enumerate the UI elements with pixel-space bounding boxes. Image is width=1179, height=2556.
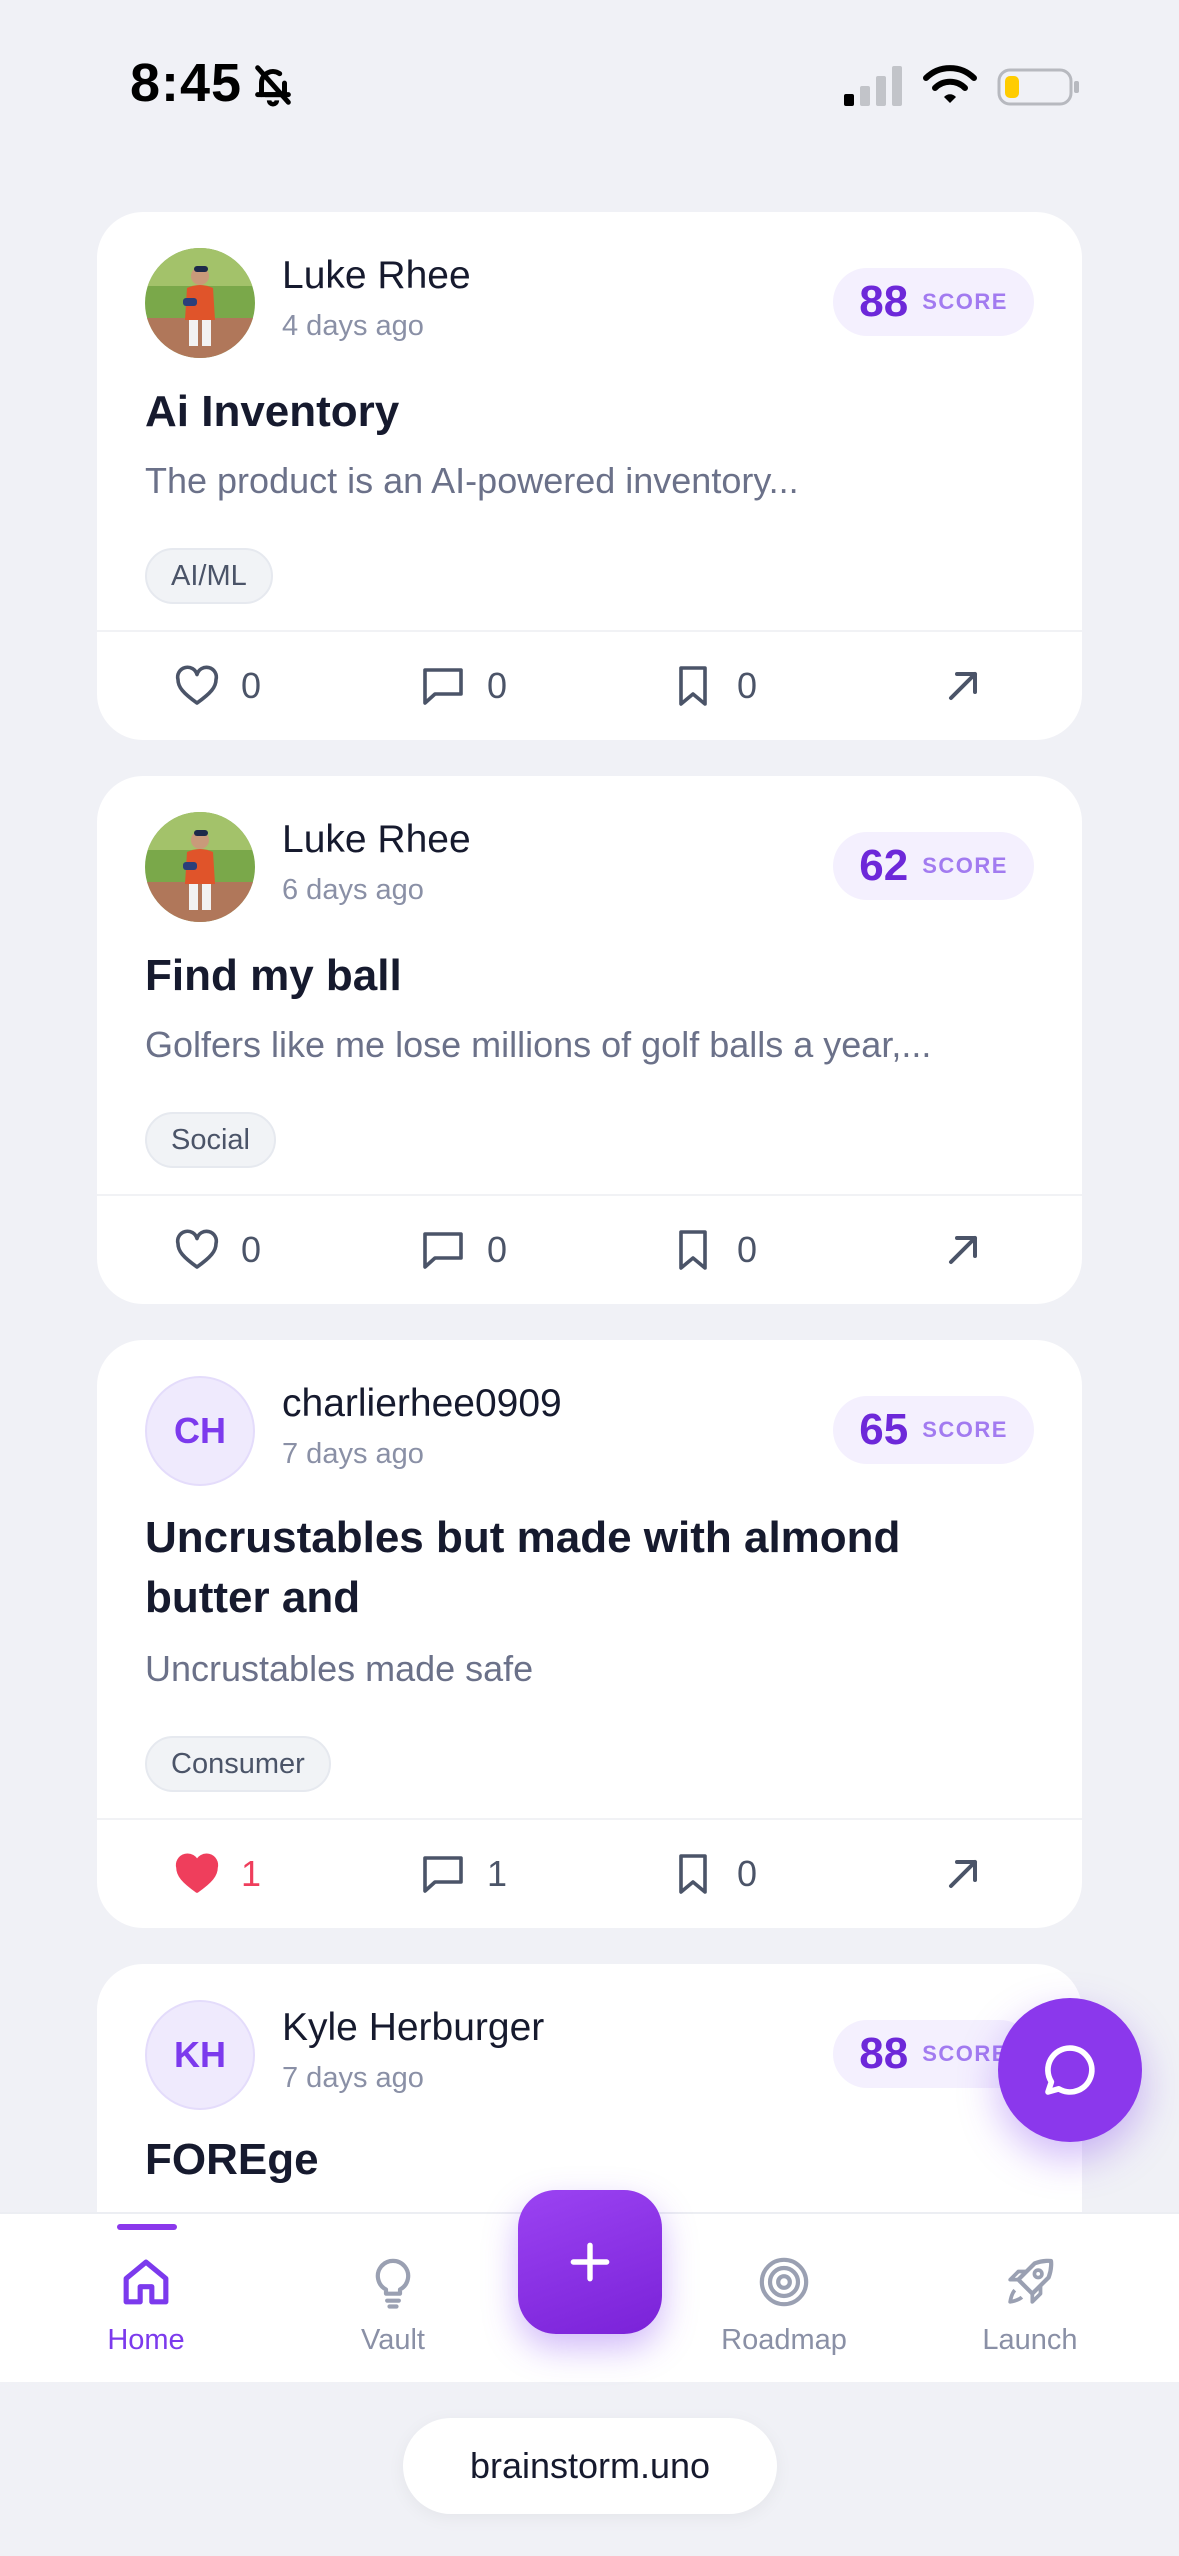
avatar[interactable]: CH — [145, 1376, 255, 1486]
post-time: 7 days ago — [282, 1438, 424, 1470]
tab-launch[interactable]: Launch — [930, 2214, 1130, 2384]
like-button[interactable]: 0 — [173, 1196, 261, 1304]
comment-count: 1 — [487, 1853, 508, 1894]
arrow-up-right-icon — [949, 1236, 977, 1264]
score-value: 65 — [859, 1405, 909, 1454]
bookmark-button[interactable]: 0 — [669, 1820, 757, 1928]
target-icon — [759, 2257, 809, 2307]
like-count: 0 — [241, 665, 262, 706]
comment-icon — [423, 1232, 463, 1269]
share-button[interactable] — [939, 1196, 987, 1304]
like-button[interactable]: 1 — [173, 1820, 261, 1928]
bell-off-icon — [255, 65, 291, 107]
heart-icon — [175, 1229, 219, 1269]
idea-description: The product is an AI-powered inventory..… — [145, 460, 799, 501]
share-button[interactable] — [939, 632, 987, 740]
score-value: 88 — [859, 2029, 909, 2078]
comment-icon — [423, 1856, 463, 1893]
idea-card[interactable]: Luke Rhee 6 days ago 62 SCORE Find my ba… — [97, 776, 1082, 1304]
bookmark-count: 0 — [737, 665, 758, 706]
bookmark-button[interactable]: 0 — [669, 632, 757, 740]
bookmark-button[interactable]: 0 — [669, 1196, 757, 1304]
idea-description: Golfers like me lose millions of golf ba… — [145, 1024, 932, 1065]
lightbulb-icon — [375, 2258, 411, 2309]
score-badge: 65 SCORE — [833, 1396, 1034, 1464]
idea-title[interactable]: FOREge — [145, 2130, 1025, 2190]
author-name[interactable]: Kyle Herburger — [282, 2006, 544, 2050]
author-name[interactable]: Luke Rhee — [282, 818, 471, 862]
share-button[interactable] — [939, 1820, 987, 1928]
card-actions: 0 0 0 — [97, 632, 1082, 740]
avatar[interactable] — [145, 248, 255, 358]
cellular-signal-icon — [844, 66, 902, 106]
score-value: 62 — [859, 841, 909, 890]
heart-filled-icon — [175, 1853, 219, 1893]
comment-button[interactable]: 0 — [419, 1196, 507, 1304]
category-tag[interactable]: Consumer — [145, 1736, 331, 1792]
tab-label: Launch — [982, 2324, 1078, 2356]
idea-card[interactable]: Luke Rhee 4 days ago 88 SCORE Ai Invento… — [97, 212, 1082, 740]
arrow-up-right-icon — [949, 1860, 977, 1888]
score-badge: 62 SCORE — [833, 832, 1034, 900]
card-actions: 0 0 0 — [97, 1196, 1082, 1304]
comment-count: 0 — [487, 665, 508, 706]
score-label: SCORE — [922, 289, 1008, 314]
wifi-icon — [923, 65, 977, 103]
bookmark-icon — [679, 1230, 707, 1270]
like-button[interactable]: 0 — [173, 632, 261, 740]
avatar[interactable] — [145, 812, 255, 922]
post-time: 4 days ago — [282, 310, 424, 342]
browser-url-bar[interactable]: brainstorm.uno — [403, 2418, 777, 2514]
bookmark-count: 0 — [737, 1229, 758, 1270]
idea-title[interactable]: Uncrustables but made with almond butter… — [145, 1508, 1025, 1628]
comment-icon — [423, 668, 463, 705]
score-value: 88 — [859, 277, 909, 326]
status-time: 8:45 — [130, 53, 243, 113]
idea-title[interactable]: Ai Inventory — [145, 382, 1025, 442]
bookmark-icon — [679, 1854, 707, 1894]
category-tag[interactable]: Social — [145, 1112, 276, 1168]
author-name[interactable]: Luke Rhee — [282, 254, 471, 298]
tab-label: Home — [107, 2324, 185, 2356]
tab-vault[interactable]: Vault — [293, 2214, 493, 2384]
tab-home[interactable]: Home — [46, 2214, 246, 2384]
idea-title[interactable]: Find my ball — [145, 946, 1025, 1006]
like-count: 0 — [241, 1229, 262, 1270]
chat-bubble-icon — [1045, 2045, 1095, 2095]
category-tag[interactable]: AI/ML — [145, 548, 273, 604]
tab-roadmap[interactable]: Roadmap — [684, 2214, 884, 2384]
status-bar: 8:45 — [0, 0, 1179, 150]
arrow-up-right-icon — [949, 672, 977, 700]
bookmark-count: 0 — [737, 1853, 758, 1894]
comment-button[interactable]: 1 — [419, 1820, 507, 1928]
post-time: 6 days ago — [282, 874, 424, 906]
home-icon — [123, 2259, 169, 2305]
score-badge: 88 SCORE — [833, 268, 1034, 336]
chat-button[interactable] — [998, 1998, 1142, 2142]
card-actions: 1 1 0 — [97, 1820, 1082, 1928]
tab-label: Roadmap — [721, 2324, 847, 2356]
score-label: SCORE — [922, 1417, 1008, 1442]
score-label: SCORE — [922, 2041, 1008, 2066]
idea-card[interactable]: CH charlierhee0909 7 days ago 65 SCORE U… — [97, 1340, 1082, 1928]
rocket-icon — [1008, 2258, 1054, 2304]
bookmark-icon — [679, 666, 707, 706]
like-count: 1 — [241, 1853, 262, 1894]
avatar[interactable]: KH — [145, 2000, 255, 2110]
author-name[interactable]: charlierhee0909 — [282, 1382, 562, 1426]
idea-description: Uncrustables made safe — [145, 1648, 534, 1689]
battery-icon — [997, 68, 1079, 106]
active-tab-indicator — [117, 2224, 177, 2230]
add-idea-button[interactable] — [518, 2190, 662, 2334]
plus-icon — [570, 2242, 610, 2282]
comment-button[interactable]: 0 — [419, 632, 507, 740]
post-time: 7 days ago — [282, 2062, 424, 2094]
tab-label: Vault — [361, 2324, 425, 2356]
heart-icon — [175, 665, 219, 705]
comment-count: 0 — [487, 1229, 508, 1270]
score-label: SCORE — [922, 853, 1008, 878]
